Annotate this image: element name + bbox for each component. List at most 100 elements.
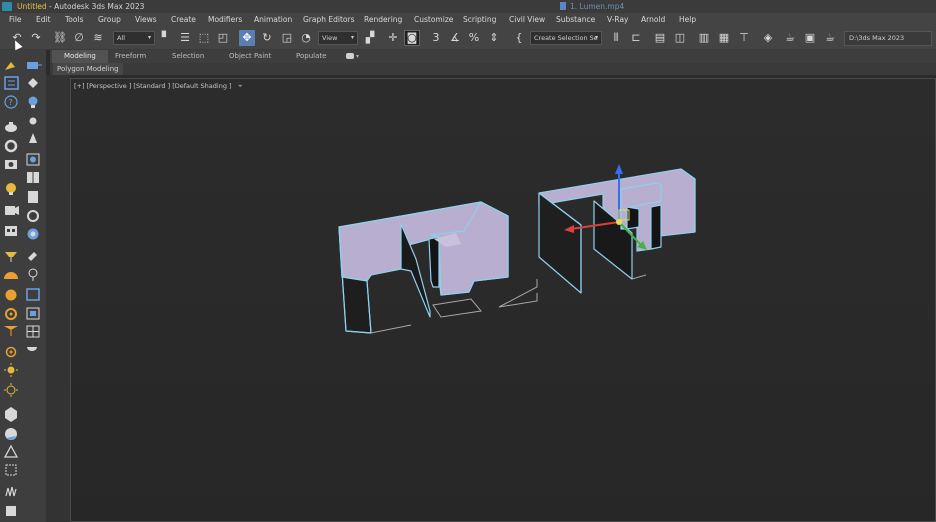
menu-arnold[interactable]: Arnold <box>641 13 665 27</box>
robot-icon[interactable] <box>5 226 17 236</box>
snaps-toggle-icon[interactable]: 3 <box>428 30 444 46</box>
tab-modeling[interactable]: Modeling <box>52 50 108 63</box>
menu-substance[interactable]: Substance <box>556 13 595 27</box>
grid-snap-icon[interactable] <box>26 325 40 338</box>
schematic-view-icon[interactable]: ⊤ <box>736 30 752 46</box>
menu-customize[interactable]: Customize <box>414 13 453 27</box>
edit-named-selection-icon[interactable]: { <box>511 30 527 46</box>
light-lister-icon[interactable] <box>5 346 17 358</box>
tab-freeform[interactable]: Freeform <box>115 50 146 63</box>
select-and-rotate-icon[interactable]: ↻ <box>259 30 275 46</box>
select-and-move-icon[interactable]: ✥ <box>239 30 255 46</box>
torus-icon[interactable] <box>4 139 18 153</box>
menu-tools[interactable]: Tools <box>65 13 83 27</box>
menu-civil-view[interactable]: Civil View <box>509 13 545 27</box>
viewport-label-text[interactable]: [+] [Perspective ] [Standard ] [Default … <box>74 82 232 90</box>
perspective-viewport[interactable]: [+] [Perspective ] [Standard ] [Default … <box>70 78 936 522</box>
menu-modifiers[interactable]: Modifiers <box>208 13 242 27</box>
render-production-icon[interactable]: ☕ <box>822 30 838 46</box>
video-camera-icon[interactable] <box>5 206 19 215</box>
ribbon-toggle-icon[interactable] <box>346 53 354 59</box>
film-icon[interactable] <box>26 307 40 320</box>
percent-snap-icon[interactable]: % <box>466 30 482 46</box>
bind-spacewarp-icon[interactable]: ≋ <box>90 30 106 46</box>
book-icon[interactable] <box>27 172 39 183</box>
teapot-icon[interactable] <box>5 122 17 132</box>
lightbulb-outline-icon[interactable] <box>28 268 38 281</box>
box-icon[interactable] <box>5 407 17 422</box>
create-panel-icon[interactable] <box>5 62 15 70</box>
menu-scripting[interactable]: Scripting <box>463 13 496 27</box>
create-selection-set-dropdown[interactable]: Create Selection Se ▾ <box>530 31 602 45</box>
select-by-name-icon[interactable]: ☰ <box>177 30 193 46</box>
pivot-center-icon[interactable]: ▞ <box>362 30 378 46</box>
pyramid-icon[interactable] <box>3 444 19 458</box>
menu-file[interactable]: File <box>9 13 22 27</box>
cone-icon[interactable] <box>29 133 37 143</box>
chevron-down-icon[interactable]: ▾ <box>356 50 359 63</box>
bottom-tool-icon[interactable] <box>6 506 16 516</box>
help-icon[interactable]: ? <box>4 95 18 109</box>
layer-explorer-icon[interactable]: ◫ <box>672 30 688 46</box>
gear-sun-icon[interactable] <box>5 308 17 320</box>
toggle-ribbon-icon[interactable]: ▥ <box>696 30 712 46</box>
particle-icon[interactable] <box>5 464 17 476</box>
sky-icon[interactable] <box>4 383 18 397</box>
reload-icon[interactable] <box>27 210 39 222</box>
menu-animation[interactable]: Animation <box>254 13 292 27</box>
menu-rendering[interactable]: Rendering <box>364 13 402 27</box>
rectangular-selection-icon[interactable]: ⬚ <box>196 30 212 46</box>
angle-snap-icon[interactable]: ∡ <box>447 30 463 46</box>
sphere-light-icon[interactable] <box>5 289 17 301</box>
target-icon[interactable] <box>26 153 40 166</box>
tab-populate[interactable]: Populate <box>296 50 326 63</box>
dome-light-icon[interactable] <box>4 272 18 279</box>
select-and-scale-icon[interactable]: ◲ <box>279 30 295 46</box>
frame-icon[interactable] <box>26 288 40 301</box>
spotlight-icon[interactable] <box>5 252 17 262</box>
scene-explorer-icon[interactable]: ▤ <box>652 30 668 46</box>
polygon-modeling-panel[interactable]: Polygon Modeling <box>53 63 123 75</box>
wall-model-right[interactable] <box>538 168 696 294</box>
render-setup-icon[interactable]: ☕ <box>782 30 798 46</box>
link-icon[interactable]: ⛓ <box>52 30 68 46</box>
select-and-place-icon[interactable]: ◔ <box>298 30 314 46</box>
page-icon[interactable] <box>28 191 38 203</box>
camera-icon[interactable] <box>5 160 17 169</box>
menu-vray[interactable]: V-Ray <box>607 13 628 27</box>
project-folder-path[interactable]: D:\3ds Max 2023 <box>844 31 932 46</box>
window-crossing-icon[interactable]: ◰ <box>215 30 231 46</box>
menu-edit[interactable]: Edit <box>36 13 51 27</box>
reference-coordinate-dropdown[interactable]: View ▾ <box>318 31 358 45</box>
menu-views[interactable]: Views <box>135 13 157 27</box>
sun-icon[interactable] <box>4 363 18 377</box>
material-editor-icon[interactable]: ◈ <box>760 30 776 46</box>
light-bulb-icon[interactable] <box>6 183 16 195</box>
redo-icon[interactable]: ↷ <box>28 30 44 46</box>
tab-selection[interactable]: Selection <box>172 50 204 63</box>
gizmo-z-arrow-icon[interactable] <box>615 164 623 174</box>
menu-help[interactable]: Help <box>679 13 696 27</box>
select-object-icon[interactable]: ▘ <box>158 30 174 46</box>
mirror-icon[interactable]: ⫴ <box>608 30 624 46</box>
viewport-label[interactable]: [+] [Perspective ] [Standard ] [Default … <box>74 82 243 91</box>
teacup-icon[interactable] <box>27 347 37 351</box>
spinner-snap-icon[interactable]: ⇕ <box>486 30 502 46</box>
select-and-manipulate-icon[interactable]: ✛ <box>385 30 401 46</box>
brush-icon[interactable] <box>28 252 37 261</box>
selection-filter-dropdown[interactable]: All ▾ <box>113 31 155 45</box>
tab-object-paint[interactable]: Object Paint <box>229 50 271 63</box>
filter-icon[interactable]: ⏷ <box>238 82 243 91</box>
globe-icon[interactable] <box>27 228 39 240</box>
unlink-icon[interactable]: ∅ <box>71 30 87 46</box>
rendered-frame-window-icon[interactable]: ▣ <box>802 30 818 46</box>
menu-graph-editors[interactable]: Graph Editors <box>303 13 355 27</box>
viewport-scene[interactable] <box>71 79 936 522</box>
keyboard-shortcut-override-icon[interactable]: ◙ <box>404 30 420 46</box>
material-sphere-icon[interactable] <box>5 428 17 440</box>
wall-model-left[interactable] <box>338 201 509 334</box>
menu-group[interactable]: Group <box>98 13 121 27</box>
align-icon[interactable]: ⊏ <box>628 30 644 46</box>
grass-icon[interactable] <box>5 486 17 497</box>
bulb-icon[interactable] <box>28 96 38 109</box>
